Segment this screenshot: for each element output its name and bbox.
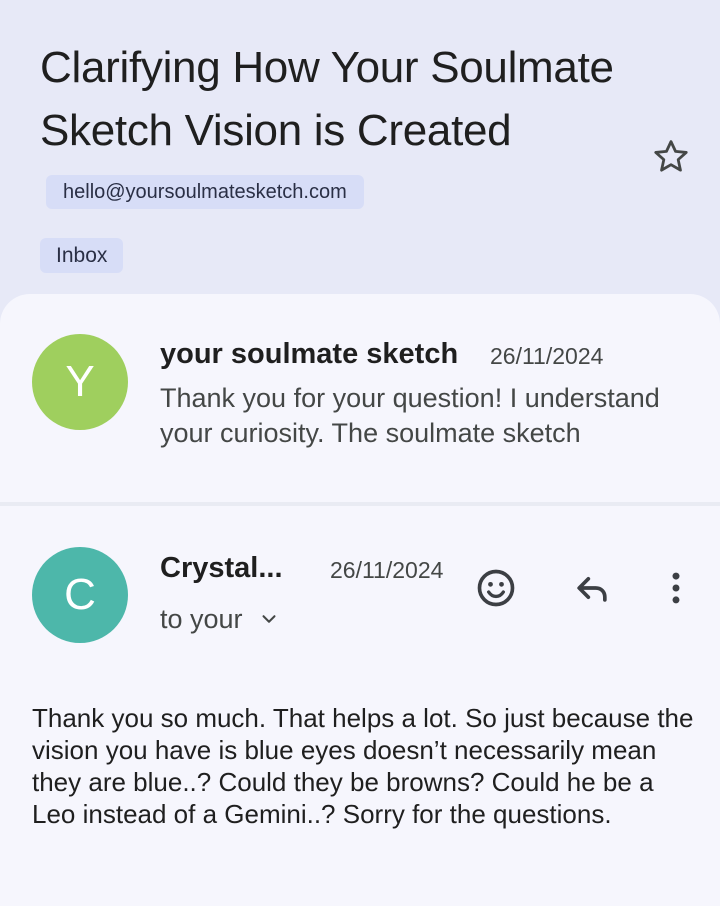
inbox-label-chip[interactable]: Inbox — [40, 238, 124, 273]
avatar[interactable]: Y — [32, 334, 128, 430]
recipient-toggle[interactable]: to your — [160, 600, 280, 638]
message-date: 26/11/2024 — [330, 557, 444, 583]
recipient-label: to your — [160, 604, 243, 634]
email-subject: Clarifying How Your Soulmate Sketch Visi… — [40, 36, 640, 225]
chevron-down-icon — [262, 615, 276, 623]
reply-icon[interactable] — [570, 566, 614, 610]
message-date: 26/11/2024 — [490, 343, 604, 369]
message-snippet[interactable]: Thank you for your question! I understan… — [160, 381, 705, 451]
subject-text: Clarifying How Your Soulmate Sketch Visi… — [40, 43, 614, 155]
message-sender[interactable]: your soulmate sketch — [160, 334, 458, 374]
emoji-react-icon[interactable] — [474, 566, 518, 610]
message-body: Thank you so much. That helps a lot. So … — [32, 703, 694, 829]
avatar[interactable]: C — [32, 547, 128, 643]
message-divider — [0, 502, 720, 506]
star-icon[interactable] — [650, 136, 692, 178]
sender-email-chip[interactable]: hello@yoursoulmatesketch.com — [46, 175, 364, 210]
thread-header: Clarifying How Your Soulmate Sketch Visi… — [0, 0, 720, 310]
message-sender[interactable]: Crystal... — [160, 548, 283, 588]
more-vert-icon[interactable] — [654, 566, 698, 610]
